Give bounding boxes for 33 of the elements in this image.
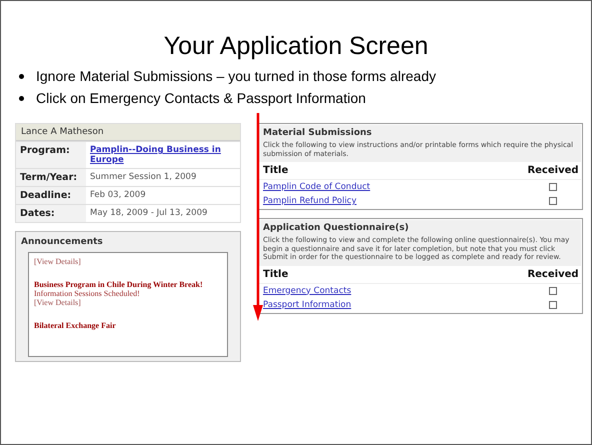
form-link[interactable]: Pamplin Refund Policy: [259, 196, 525, 206]
field-value: Summer Session 1, 2009: [90, 172, 196, 182]
section-title: Application Questionnaire(s): [259, 220, 581, 236]
form-link[interactable]: Pamplin Code of Conduct: [259, 182, 525, 192]
field-label: Dates:: [19, 207, 56, 221]
form-link[interactable]: Passport Information: [259, 300, 525, 310]
bullet-text: Ignore Material Submissions – you turned in those forms already: [36, 68, 436, 84]
column-header: Title: [262, 165, 290, 176]
bullet-text: Click on Emergency Contacts & Passport Information: [36, 90, 366, 106]
announcement-headline: Business Program in Chile During Winter Break!: [34, 280, 203, 289]
field-value: Feb 03, 2009: [90, 190, 146, 200]
view-details-link[interactable]: [View Details]: [34, 298, 81, 307]
field-label: Term/Year:: [19, 171, 78, 185]
slide-title: Your Application Screen: [162, 32, 430, 61]
field-label: Deadline:: [19, 189, 72, 203]
student-name: Lance A Matheson: [16, 124, 240, 141]
column-header: Received: [526, 165, 580, 176]
bullet-icon: [19, 96, 24, 100]
column-header: Title: [262, 268, 290, 280]
field-value: May 18, 2009 - Jul 13, 2009: [90, 208, 208, 218]
received-checkbox[interactable]: [549, 197, 557, 205]
announcements-title: Announcements: [20, 236, 104, 249]
field-label: Program:: [19, 144, 71, 158]
received-checkbox[interactable]: [549, 183, 557, 191]
received-checkbox[interactable]: [549, 286, 557, 294]
column-header: Received: [526, 268, 580, 280]
announcement-text: Information Sessions Scheduled!: [34, 289, 140, 298]
received-checkbox[interactable]: [549, 300, 557, 308]
bullet-icon: [19, 74, 24, 78]
announcement-headline: Bilateral Exchange Fair: [34, 321, 116, 330]
view-details-link[interactable]: [View Details]: [34, 257, 81, 266]
section-title: Material Submissions: [259, 125, 581, 141]
form-link[interactable]: Emergency Contacts: [259, 286, 525, 296]
